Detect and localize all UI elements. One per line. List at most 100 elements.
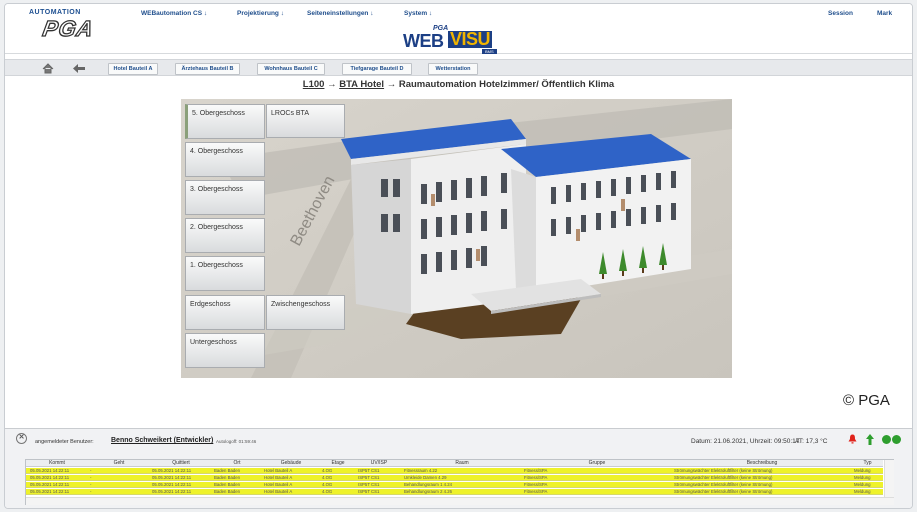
webvisu-logo-visu: VISU (448, 29, 493, 49)
tab-aerztehaus-bauteil-b[interactable]: Ärztehaus Bauteil B (175, 63, 240, 75)
floor-button-2og[interactable]: 2. Obergeschoss (185, 218, 265, 253)
table-cell: ISP5T CS1 (358, 482, 380, 487)
breadcrumb-current: → Raumautomation Hotelzimmer/ Öffentlich… (384, 79, 615, 90)
logged-in-label: angemeldeter Benutzer: (35, 439, 94, 445)
table-row[interactable]: 05.05.2021 14:22:11 - 05.05.2021 14:22:11 B… (26, 468, 883, 474)
col-raum[interactable]: Raum (402, 460, 522, 467)
table-cell: Meldung (854, 489, 871, 494)
floor-button-ug[interactable]: Untergeschoss (185, 333, 265, 368)
close-icon[interactable]: ✕ (16, 433, 27, 444)
floor-button-1og[interactable]: 1. Obergeschoss (185, 256, 265, 291)
floor-button-zwischengeschoss[interactable]: Zwischengeschoss (266, 295, 345, 330)
status-led-icon (892, 435, 901, 444)
table-cell: 05.05.2021 14:22:11 (152, 468, 192, 473)
table-cell: - (90, 475, 92, 480)
table-cell: 05.05.2021 14:22:11 (30, 482, 70, 487)
table-cell: ISP5T CS1 (358, 489, 380, 494)
tab-wetterstation[interactable]: Wetterstation (428, 63, 478, 75)
outside-temperature: AT: 17,3 °C (795, 438, 828, 445)
table-cell: 4.OG (322, 468, 333, 473)
table-cell: Hotel Bauteil A (264, 489, 293, 494)
breadcrumb: L100 → BTA Hotel → Raumautomation Hotelz… (185, 79, 732, 90)
tab-tiefgarage-bauteil-d[interactable]: Tiefgarage Bauteil D (342, 63, 412, 75)
floor-button-3og[interactable]: 3. Obergeschoss (185, 180, 265, 215)
floor-button-lrocs-bta[interactable]: LROCs BTA (266, 104, 345, 138)
table-cell: Strömungswächter Elektroluftfilter (kein… (674, 475, 773, 480)
breadcrumb-arrow: → (324, 79, 340, 90)
autologoff-timer: Autologoff: 01:59:46 (216, 439, 257, 444)
table-cell: 4.OG (322, 475, 333, 480)
menu-seiteneinstellungen[interactable]: Seiteneinstellungen ↓ (307, 10, 373, 17)
table-cell: Fitnessraum 4.22 (404, 468, 438, 473)
menu-projektierung[interactable]: Projektierung ↓ (237, 10, 284, 17)
building-3d-view: Beethoven 5. Obergeschoss LROCs BTA 4. O… (181, 99, 732, 378)
table-cell: 05.05.2021 14:22:11 (30, 475, 70, 480)
col-gebaeude[interactable]: Gebäude (262, 460, 320, 467)
col-etage[interactable]: Etage (320, 460, 356, 467)
table-cell: Fitness/SPA (524, 475, 548, 480)
tab-hotel-bauteil-a[interactable]: Hotel Bauteil A (108, 63, 158, 75)
col-beschreibung[interactable]: Beschreibung (672, 460, 852, 467)
menu-webautomation[interactable]: WEBautomation CS ↓ (141, 10, 207, 17)
table-cell: Strömungswächter Elektroluftfilter (kein… (674, 489, 773, 494)
user-menu[interactable]: Mark (877, 10, 892, 17)
table-row[interactable]: 05.05.2021 14:22:11 - 05.05.2021 14:22:11 B… (26, 489, 883, 495)
alarm-table-header: Kommt Geht Quittiert Ort Gebäude Etage U… (26, 460, 883, 467)
table-cell: Fitness/SPA (524, 489, 548, 494)
floor-button-eg[interactable]: Erdgeschoss (185, 295, 265, 330)
session-link[interactable]: Session (828, 10, 853, 17)
col-quittiert[interactable]: Quittiert (150, 460, 212, 467)
app-window: AUTOMATION PGA WEBautomation CS ↓ Projek… (4, 3, 913, 509)
menu-system[interactable]: System ↓ (404, 10, 432, 17)
table-cell: Strömungswächter Elektroluftfilter (kein… (674, 468, 773, 473)
table-cell: Meldung (854, 468, 871, 473)
webvisu-logo-bms: BMS (482, 49, 497, 54)
breadcrumb-root-link[interactable]: L100 (303, 79, 325, 90)
arrow-up-icon[interactable] (866, 434, 874, 445)
home-icon[interactable] (42, 63, 54, 74)
floor-button-4og[interactable]: 4. Obergeschoss (185, 142, 265, 177)
date-time-readout: Datum: 21.06.2021, Uhrzeit: 09:50:17 (691, 438, 800, 445)
table-cell: - (90, 489, 92, 494)
brand-logo[interactable]: PGA (40, 15, 96, 42)
table-cell: Hotel Bauteil A (264, 475, 293, 480)
table-cell: Meldung (854, 475, 871, 480)
floor-button-5og[interactable]: 5. Obergeschoss (185, 104, 265, 139)
table-row[interactable]: 05.05.2021 14:22:11 - 05.05.2021 14:22:11 B… (26, 482, 883, 488)
tab-wohnhaus-bauteil-c[interactable]: Wohnhaus Bauteil C (257, 63, 325, 75)
webvisu-logo: PGA WEB VISU BMS (403, 25, 515, 54)
table-cell: Baden Baden (214, 489, 241, 494)
table-cell: Behandlungsraum 2 4.26 (404, 489, 453, 494)
table-cell: 05.05.2021 14:22:11 (152, 482, 192, 487)
table-cell: - (90, 468, 92, 473)
horizontal-scrollbar[interactable] (26, 497, 894, 505)
table-cell: ISP5T CS1 (358, 475, 380, 480)
alarm-bell-icon[interactable] (848, 434, 857, 444)
status-panel: ✕ angemeldeter Benutzer: Benno Schweiker… (5, 428, 912, 508)
col-ort[interactable]: Ort (212, 460, 262, 467)
col-gruppe[interactable]: Gruppe (522, 460, 672, 467)
col-kommt[interactable]: Kommt (26, 460, 88, 467)
logged-in-user[interactable]: Benno Schweikert (Entwickler) (111, 437, 213, 444)
col-typ[interactable]: Typ (852, 460, 883, 467)
table-cell: Strömungswächter Elektroluftfilter (kein… (674, 482, 773, 487)
table-cell: Umkleide Damen 4.29 (404, 475, 447, 480)
table-cell: - (90, 482, 92, 487)
table-cell: Baden Baden (214, 468, 241, 473)
back-arrow-icon[interactable] (73, 64, 85, 73)
copyright-notice: © PGA (843, 392, 890, 409)
col-geht[interactable]: Geht (88, 460, 150, 467)
table-cell: Fitness/SPA (524, 482, 548, 487)
table-cell: 05.05.2021 14:22:11 (152, 475, 192, 480)
table-cell: 4.OG (322, 489, 333, 494)
alarm-table: Kommt Geht Quittiert Ort Gebäude Etage U… (25, 459, 894, 505)
table-cell: Baden Baden (214, 475, 241, 480)
vertical-scrollbar[interactable] (884, 460, 894, 497)
col-uvisp[interactable]: UV/ISP (356, 460, 402, 467)
table-cell: Baden Baden (214, 482, 241, 487)
status-leds (882, 435, 902, 445)
table-row[interactable]: 05.05.2021 14:22:11 - 05.05.2021 14:22:11 B… (26, 475, 883, 481)
table-cell: 4.OG (322, 482, 333, 487)
table-cell: 05.05.2021 14:22:11 (30, 489, 70, 494)
breadcrumb-building-link[interactable]: BTA Hotel (339, 79, 384, 90)
